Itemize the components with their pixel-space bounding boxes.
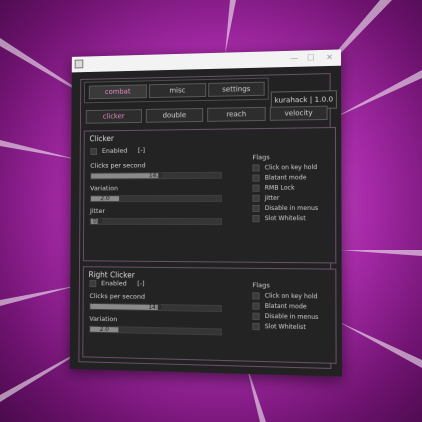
clicker-panel: Clicker Enabled [-] Clicks per second 14… (82, 126, 337, 264)
tab-clicker[interactable]: clicker (85, 109, 142, 124)
flag-label-jitter: Jitter (264, 194, 280, 202)
tab-misc[interactable]: misc (148, 82, 207, 99)
sub-tab-strip: clicker double reach velocity (84, 103, 336, 127)
rc-flag-label-blatant-mode: Blatant mode (264, 302, 307, 311)
flag-label-rmb-lock: RMB Lock (264, 184, 295, 192)
flag-label-slot-whitelist: Slot Whitelist (264, 215, 306, 223)
flag-label-blatant-mode: Blatant mode (264, 174, 307, 182)
right-clicker-panel: Right Clicker Enabled [-] Clicks per sec… (82, 266, 337, 364)
right-clicker-variation-label: Variation (89, 314, 118, 324)
clicker-variation-value: 2.0 (100, 195, 110, 203)
main-tab-strip: combat misc settings (83, 77, 269, 104)
clicker-variation-label: Variation (90, 184, 119, 193)
tab-velocity[interactable]: velocity (269, 105, 328, 121)
flag-label-disable-in-menus: Disable in menus (264, 204, 319, 212)
tab-settings[interactable]: settings (208, 81, 265, 97)
rc-flag-checkbox-blatant-mode[interactable] (252, 302, 260, 310)
flag-label-click-on-key-hold: Click on key hold (264, 163, 318, 172)
clicker-enabled-checkbox[interactable] (90, 148, 98, 156)
flag-checkbox-jitter[interactable] (252, 194, 260, 202)
clicker-jitter-value: 0.0 (92, 217, 103, 225)
right-clicker-keybind-button[interactable]: [-] (137, 280, 144, 288)
close-button[interactable]: ✕ (322, 51, 337, 65)
clicker-cps-value: 14.0 (148, 172, 162, 180)
minimize-button[interactable]: — (287, 52, 301, 65)
clicker-cps-label: Clicks per second (90, 161, 146, 170)
rc-flag-label-disable-in-menus: Disable in menus (264, 312, 319, 322)
flag-checkbox-slot-whitelist[interactable] (252, 215, 260, 223)
clicker-title: Clicker (89, 134, 114, 144)
right-clicker-variation-value: 2.0 (99, 325, 109, 334)
clicker-variation-slider[interactable]: 2.0 (90, 194, 223, 203)
rc-flag-checkbox-click-on-key-hold[interactable] (252, 292, 260, 300)
right-clicker-cps-slider[interactable]: 14.0 (89, 302, 222, 313)
tab-reach[interactable]: reach (207, 106, 266, 122)
flag-checkbox-blatant-mode[interactable] (252, 174, 260, 182)
flag-checkbox-rmb-lock[interactable] (252, 184, 260, 192)
flag-checkbox-click-on-key-hold[interactable] (252, 164, 260, 172)
rc-flag-label-click-on-key-hold: Click on key hold (264, 292, 318, 301)
rc-flag-checkbox-disable-in-menus[interactable] (252, 312, 260, 320)
tab-combat[interactable]: combat (88, 84, 147, 100)
clicker-enabled-label: Enabled (101, 146, 128, 155)
rc-flag-checkbox-slot-whitelist[interactable] (252, 322, 260, 331)
clicker-keybind-button[interactable]: [-] (138, 147, 145, 155)
clicker-jitter-label: Jitter (89, 207, 105, 215)
right-clicker-cps-label: Clicks per second (89, 291, 146, 301)
right-clicker-cps-value: 14.0 (148, 303, 162, 312)
right-clicker-title: Right Clicker (88, 270, 135, 280)
app-window-wrapper: — ☐ ✕ combat misc settings kurahack | 1.… (69, 49, 342, 377)
clicker-flags-title: Flags (252, 153, 270, 162)
right-clicker-enabled-checkbox[interactable] (89, 280, 97, 288)
right-clicker-flags-title: Flags (252, 281, 270, 290)
maximize-button[interactable]: ☐ (304, 51, 319, 65)
tab-double[interactable]: double (145, 107, 204, 123)
window-content: combat misc settings kurahack | 1.0.0 cl… (69, 65, 342, 377)
right-clicker-variation-slider[interactable]: 2.0 (89, 325, 222, 336)
app-icon (74, 59, 84, 69)
clicker-cps-slider[interactable]: 14.0 (90, 171, 223, 180)
app-window: — ☐ ✕ combat misc settings kurahack | 1.… (69, 49, 342, 377)
clicker-jitter-slider[interactable]: 0.0 (89, 217, 223, 226)
flag-checkbox-disable-in-menus[interactable] (252, 204, 260, 212)
rc-flag-label-slot-whitelist: Slot Whitelist (264, 323, 306, 332)
right-clicker-enabled-label: Enabled (101, 279, 127, 288)
